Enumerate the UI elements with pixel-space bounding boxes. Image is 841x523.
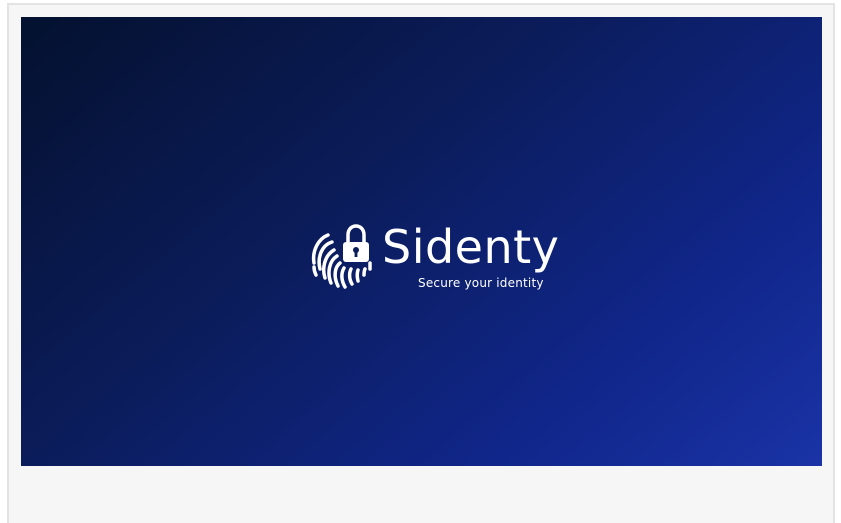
splash-screen: Sidenty Secure your identity xyxy=(21,17,822,466)
brand-name: Sidenty xyxy=(382,220,560,274)
brand-logo: Sidenty Secure your identity xyxy=(310,220,580,299)
tagline: Secure your identity xyxy=(418,276,544,290)
fingerprint-lock-icon xyxy=(311,224,372,289)
